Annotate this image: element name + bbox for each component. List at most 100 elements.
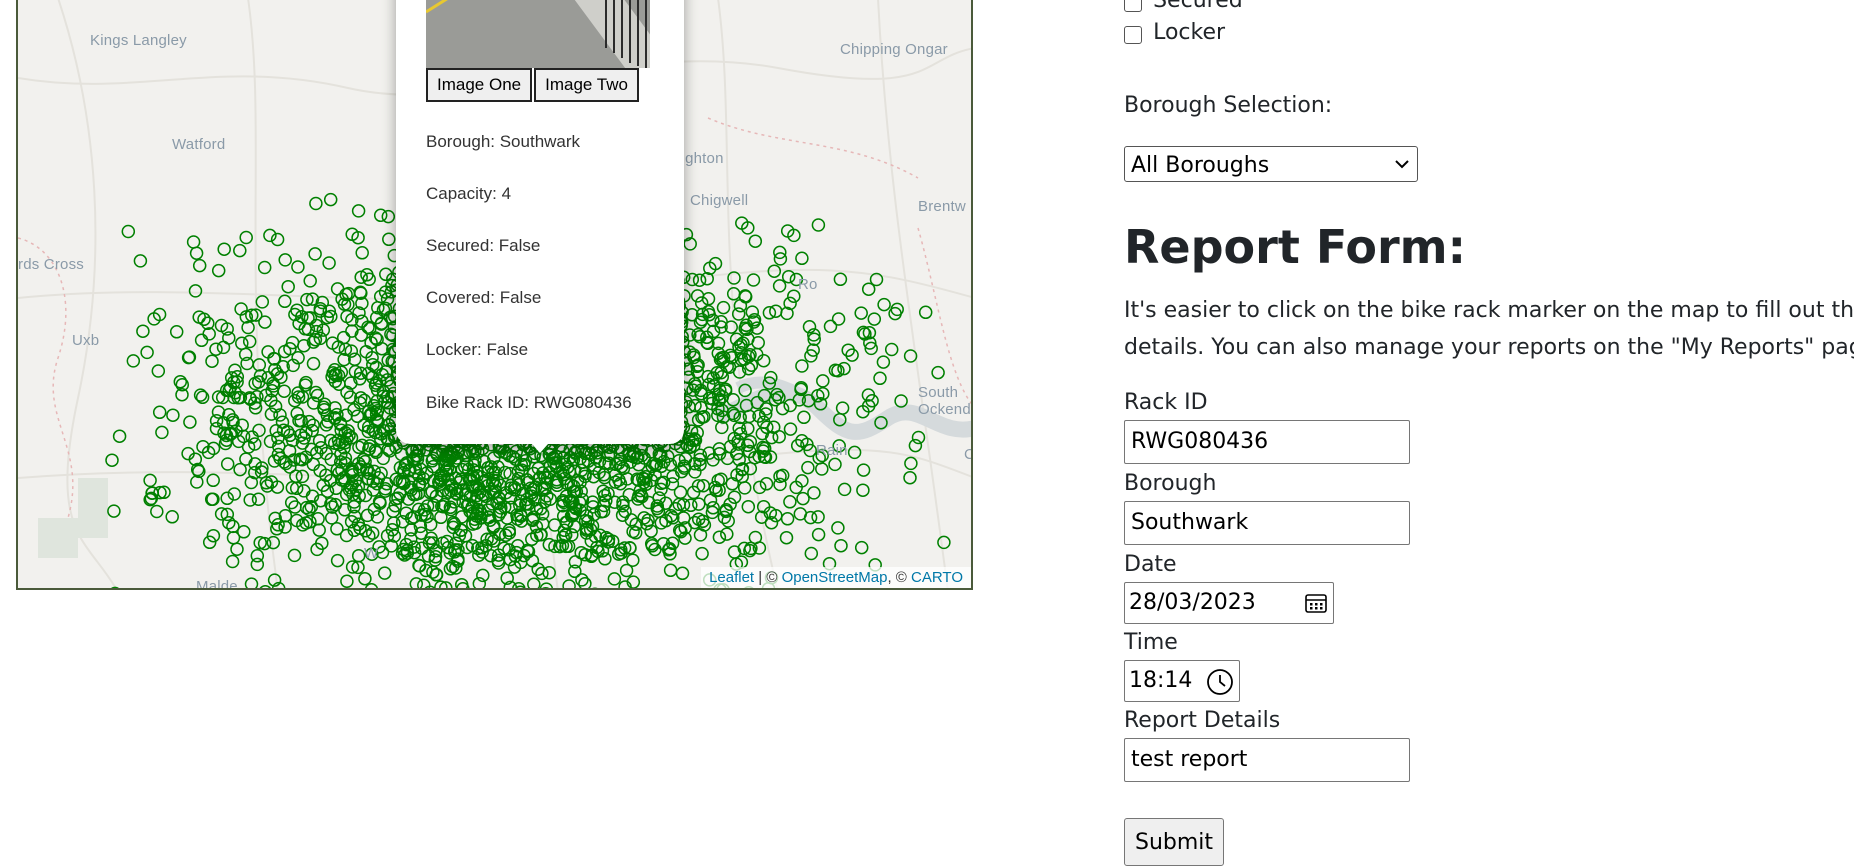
bike-rack-marker[interactable] xyxy=(429,568,444,582)
bike-rack-marker[interactable] xyxy=(217,242,231,256)
bike-rack-marker[interactable] xyxy=(169,325,184,339)
bike-rack-marker[interactable] xyxy=(248,457,262,471)
bike-rack-marker[interactable] xyxy=(692,497,706,511)
bike-rack-marker[interactable] xyxy=(235,336,249,351)
bike-rack-marker[interactable] xyxy=(250,557,265,572)
bike-rack-marker[interactable] xyxy=(377,566,392,580)
borough-select[interactable]: All Boroughs xyxy=(1124,146,1418,182)
bike-rack-marker[interactable] xyxy=(151,364,166,378)
bike-rack-marker[interactable] xyxy=(121,224,136,239)
bike-rack-marker[interactable] xyxy=(107,504,121,518)
bike-rack-marker[interactable] xyxy=(330,553,345,568)
bike-rack-marker[interactable] xyxy=(908,438,923,453)
bike-rack-marker[interactable] xyxy=(539,582,554,590)
bike-rack-marker[interactable] xyxy=(266,535,281,550)
bike-rack-marker[interactable] xyxy=(823,319,838,334)
clock-icon[interactable] xyxy=(1206,668,1234,696)
bike-rack-marker[interactable] xyxy=(143,473,157,488)
bike-rack-marker[interactable] xyxy=(323,192,338,207)
bike-rack-marker[interactable] xyxy=(150,504,164,519)
bike-rack-marker[interactable] xyxy=(306,356,321,371)
bike-rack-marker[interactable] xyxy=(165,510,179,524)
bike-rack-marker[interactable] xyxy=(455,510,469,524)
bike-rack-marker[interactable] xyxy=(856,483,870,497)
rack-id-field[interactable]: RWG080436 xyxy=(1124,420,1410,464)
bike-rack-marker[interactable] xyxy=(166,408,180,422)
bike-rack-marker[interactable] xyxy=(136,324,150,338)
bike-rack-marker[interactable] xyxy=(382,232,396,247)
bike-rack-marker[interactable] xyxy=(888,306,902,321)
bike-rack-marker[interactable] xyxy=(673,485,688,500)
bike-rack-marker[interactable] xyxy=(303,274,317,288)
map[interactable]: Kings Langley Chipping Ongar Watford oug… xyxy=(16,0,973,590)
bike-rack-marker[interactable] xyxy=(746,273,761,287)
bike-rack-marker[interactable] xyxy=(365,526,380,540)
bike-rack-marker[interactable] xyxy=(781,269,796,284)
bike-rack-marker[interactable] xyxy=(287,548,302,563)
bike-rack-marker[interactable] xyxy=(297,484,311,498)
bike-rack-marker[interactable] xyxy=(918,305,933,320)
bike-rack-marker[interactable] xyxy=(351,204,366,218)
bike-rack-marker[interactable] xyxy=(244,577,259,590)
leaflet-link[interactable]: Leaflet xyxy=(709,569,754,586)
bike-rack-marker[interactable] xyxy=(255,295,270,309)
bike-rack-marker[interactable] xyxy=(772,279,787,293)
bike-rack-marker[interactable] xyxy=(816,374,830,388)
bike-rack-marker[interactable] xyxy=(362,272,376,287)
bike-rack-marker[interactable] xyxy=(251,492,266,506)
bike-rack-marker[interactable] xyxy=(109,586,121,590)
bike-rack-marker[interactable] xyxy=(186,235,201,249)
bike-rack-marker[interactable] xyxy=(330,522,344,536)
bike-rack-marker[interactable] xyxy=(903,470,917,485)
bike-rack-marker[interactable] xyxy=(225,554,240,569)
bike-rack-marker[interactable] xyxy=(797,410,811,425)
bike-rack-marker[interactable] xyxy=(783,422,798,436)
bike-rack-marker[interactable] xyxy=(720,527,734,541)
submit-button[interactable]: Submit xyxy=(1124,818,1225,866)
bike-rack-marker[interactable] xyxy=(867,312,882,326)
bike-rack-marker[interactable] xyxy=(373,208,388,223)
bike-rack-marker[interactable] xyxy=(795,359,809,373)
bike-rack-marker[interactable] xyxy=(189,246,204,260)
bike-rack-marker[interactable] xyxy=(252,358,267,372)
bike-rack-marker[interactable] xyxy=(194,333,209,348)
bike-rack-marker[interactable] xyxy=(239,452,253,466)
bike-rack-marker[interactable] xyxy=(219,383,234,398)
bike-rack-marker[interactable] xyxy=(340,574,354,588)
bike-rack-marker[interactable] xyxy=(701,292,716,306)
bike-rack-marker[interactable] xyxy=(783,495,797,509)
bike-rack-marker[interactable] xyxy=(242,334,257,349)
bike-rack-marker[interactable] xyxy=(675,566,690,581)
openstreetmap-link[interactable]: OpenStreetMap xyxy=(782,569,888,586)
bike-rack-marker[interactable] xyxy=(685,272,700,287)
bike-rack-marker[interactable] xyxy=(619,563,634,578)
bike-rack-marker[interactable] xyxy=(737,481,752,495)
bike-rack-marker[interactable] xyxy=(220,457,235,471)
bike-rack-marker[interactable] xyxy=(140,345,154,360)
bike-rack-marker[interactable] xyxy=(877,297,891,312)
bike-rack-marker[interactable] xyxy=(931,365,945,380)
bike-rack-marker[interactable] xyxy=(795,251,809,266)
bike-rack-marker[interactable] xyxy=(181,350,196,365)
bike-rack-marker[interactable] xyxy=(209,342,223,356)
bike-rack-marker[interactable] xyxy=(278,520,292,534)
bike-rack-marker[interactable] xyxy=(220,491,234,506)
bike-rack-marker[interactable] xyxy=(278,294,292,309)
bike-rack-marker[interactable] xyxy=(387,516,401,530)
bike-rack-marker[interactable] xyxy=(562,579,576,590)
bike-rack-marker[interactable] xyxy=(311,512,325,526)
bike-rack-marker[interactable] xyxy=(772,429,786,444)
bike-rack-marker[interactable] xyxy=(835,401,850,415)
bike-rack-marker[interactable] xyxy=(252,423,266,438)
bike-rack-marker[interactable] xyxy=(861,282,876,296)
bike-rack-marker[interactable] xyxy=(417,578,431,590)
bike-rack-marker[interactable] xyxy=(306,457,321,472)
bike-rack-marker[interactable] xyxy=(257,260,272,275)
bike-rack-marker[interactable] xyxy=(837,482,852,497)
bike-rack-marker[interactable] xyxy=(738,290,753,304)
calendar-icon[interactable] xyxy=(1305,593,1327,613)
bike-rack-marker[interactable] xyxy=(598,552,612,566)
bike-rack-marker[interactable] xyxy=(748,234,763,248)
secured-filter[interactable]: Secured xyxy=(1124,0,1243,13)
bike-rack-marker[interactable] xyxy=(693,528,708,542)
